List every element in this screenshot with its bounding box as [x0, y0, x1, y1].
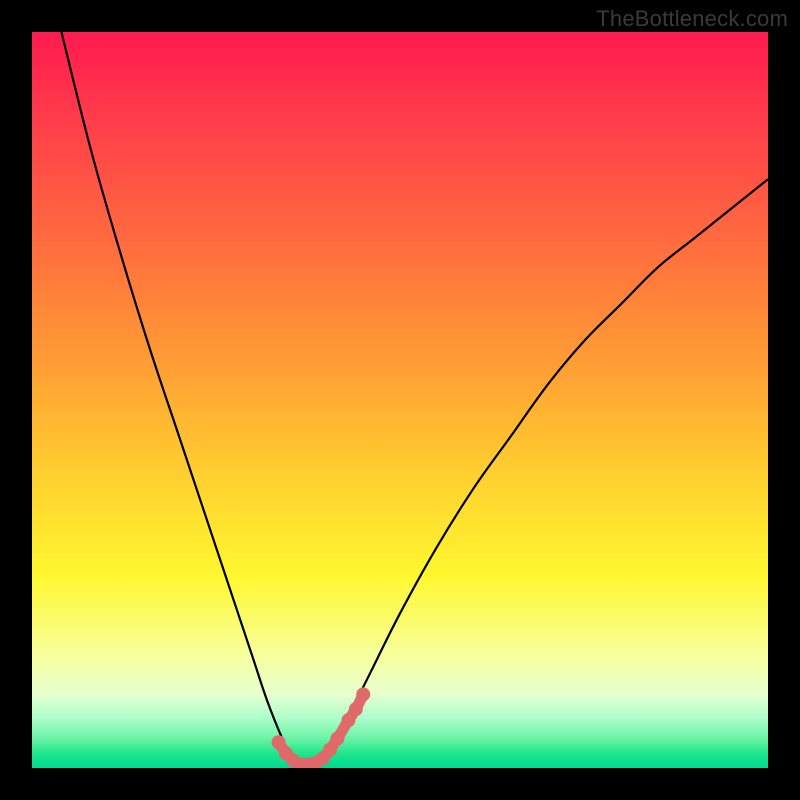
bottom-arc-marker — [330, 732, 344, 746]
brand-watermark: TheBottleneck.com — [596, 6, 788, 32]
bottom-arc-marker — [356, 687, 370, 701]
bottleneck-curve-layer — [32, 32, 768, 768]
bottleneck-curve — [61, 32, 768, 762]
bottom-arc-markers — [272, 687, 371, 768]
bottom-arc-marker — [349, 702, 363, 716]
plot-frame — [32, 32, 768, 768]
